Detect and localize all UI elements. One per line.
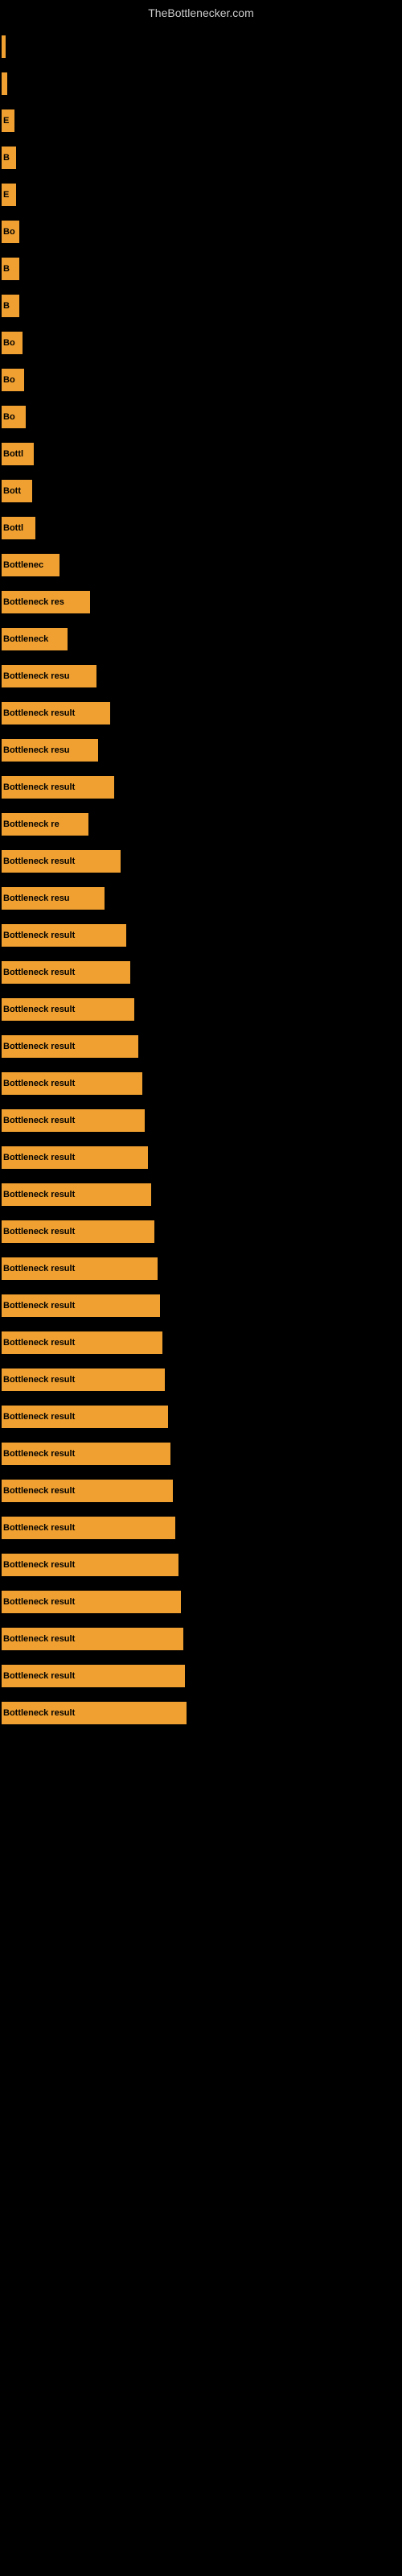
bar-label: Bottleneck result — [3, 1153, 75, 1162]
bottleneck-result-row: Bottleneck result — [0, 919, 402, 952]
bottleneck-result-row: Bottleneck result — [0, 1030, 402, 1063]
bottleneck-result-row: Bottleneck result — [0, 1512, 402, 1544]
bar-label: E — [3, 190, 9, 200]
bar-label: Bottleneck result — [3, 1708, 75, 1718]
bar-label: Bottleneck result — [3, 708, 75, 718]
bar-label: Bottleneck result — [3, 968, 75, 977]
bar-row: Bottleneck — [0, 623, 402, 655]
bars-container: E B E Bo B B Bo Bo — [0, 23, 402, 1742]
bottleneck-result-row: Bottleneck result — [0, 1141, 402, 1174]
bottleneck-result-row: Bottleneck result — [0, 1697, 402, 1729]
bar-row: Bo — [0, 327, 402, 359]
bar-row: E — [0, 179, 402, 211]
bar-label: Bottleneck result — [3, 1227, 75, 1236]
bar-row: Bottleneck re — [0, 808, 402, 840]
bar-label: Bottleneck result — [3, 931, 75, 940]
bar-label: Bottleneck result — [3, 1079, 75, 1088]
bottleneck-result-row: Bottleneck result — [0, 697, 402, 729]
bottleneck-result-row: Bottleneck result — [0, 1290, 402, 1322]
bar-row: Bottleneck resu — [0, 660, 402, 692]
bottleneck-result-row: Bottleneck result — [0, 1067, 402, 1100]
bar-label: Bottleneck result — [3, 1671, 75, 1681]
bar-label: Bottl — [3, 523, 23, 533]
bar-label: Bottleneck resu — [3, 671, 70, 681]
bar-label: Bottleneck result — [3, 1116, 75, 1125]
bar-row: Bottlenec — [0, 549, 402, 581]
bar-row: Bottleneck resu — [0, 882, 402, 914]
bar-label: Bo — [3, 375, 15, 385]
bar-label: Bottleneck — [3, 634, 48, 644]
bar-label: B — [3, 264, 10, 274]
bar-label: Bott — [3, 486, 21, 496]
bottleneck-result-row: Bottleneck result — [0, 1623, 402, 1655]
bottleneck-result-row: Bottleneck result — [0, 1549, 402, 1581]
bar-label: B — [3, 153, 10, 163]
bar-label: Bottleneck resu — [3, 894, 70, 903]
bar-label: Bottleneck resu — [3, 745, 70, 755]
bar-row: B — [0, 142, 402, 174]
bar-row: B — [0, 253, 402, 285]
bar-label: Bottleneck re — [3, 819, 59, 829]
bottleneck-result-row: Bottleneck result — [0, 956, 402, 989]
bar-label: Bottleneck result — [3, 1042, 75, 1051]
bar-label: E — [3, 116, 9, 126]
bar-label: Bottleneck result — [3, 1264, 75, 1274]
bar-row: B — [0, 290, 402, 322]
bottleneck-result-row: Bottleneck result — [0, 1475, 402, 1507]
bar-label: Bo — [3, 338, 15, 348]
bar-label: Bottleneck result — [3, 1301, 75, 1311]
bar-label: Bo — [3, 227, 15, 237]
bottleneck-result-row: Bottleneck result — [0, 771, 402, 803]
bar-label: Bottleneck result — [3, 1375, 75, 1385]
bar-row: Bottleneck resu — [0, 734, 402, 766]
bar-row — [0, 31, 402, 63]
bar-row: Bott — [0, 475, 402, 507]
bar-row: Bo — [0, 216, 402, 248]
bar-label: Bottleneck result — [3, 1486, 75, 1496]
bottleneck-result-row: Bottleneck result — [0, 1586, 402, 1618]
bottleneck-result-row: Bottleneck result — [0, 1364, 402, 1396]
bar-label: Bottleneck result — [3, 1560, 75, 1570]
bar-label: Bottleneck result — [3, 1597, 75, 1607]
bar-row — [0, 68, 402, 100]
bar-label: Bottleneck result — [3, 857, 75, 866]
bottleneck-result-row: Bottleneck result — [0, 1327, 402, 1359]
bar-label: Bottleneck result — [3, 1634, 75, 1644]
bottleneck-result-row: Bottleneck result — [0, 1216, 402, 1248]
bar-label: Bottleneck res — [3, 597, 64, 607]
bottleneck-result-row: Bottleneck result — [0, 1660, 402, 1692]
bar-label: Bottleneck result — [3, 1005, 75, 1014]
bar-label: Bo — [3, 412, 15, 422]
bottleneck-result-row: Bottleneck result — [0, 1179, 402, 1211]
bar-label: Bottleneck result — [3, 1412, 75, 1422]
site-title: TheBottlenecker.com — [0, 0, 402, 23]
bottleneck-result-row: Bottleneck result — [0, 1438, 402, 1470]
bottleneck-result-row: Bottleneck result — [0, 1104, 402, 1137]
bar-row: Bo — [0, 401, 402, 433]
bar-row: Bottl — [0, 438, 402, 470]
bar-row: E — [0, 105, 402, 137]
bar-label: Bottleneck result — [3, 1338, 75, 1348]
bottleneck-result-row: Bottleneck result — [0, 1401, 402, 1433]
bottleneck-result-row: Bottleneck result — [0, 845, 402, 877]
bar-label: Bottl — [3, 449, 23, 459]
bar-label: Bottleneck result — [3, 1449, 75, 1459]
bottleneck-result-row: Bottleneck result — [0, 1253, 402, 1285]
bar-label: B — [3, 301, 10, 311]
bar-row: Bottl — [0, 512, 402, 544]
bottleneck-result-row: Bottleneck result — [0, 993, 402, 1026]
bar-row: Bo — [0, 364, 402, 396]
bar-label: Bottleneck result — [3, 782, 75, 792]
bar-label: Bottlenec — [3, 560, 43, 570]
bar-label: Bottleneck result — [3, 1190, 75, 1199]
bar-row: Bottleneck res — [0, 586, 402, 618]
bar-label: Bottleneck result — [3, 1523, 75, 1533]
